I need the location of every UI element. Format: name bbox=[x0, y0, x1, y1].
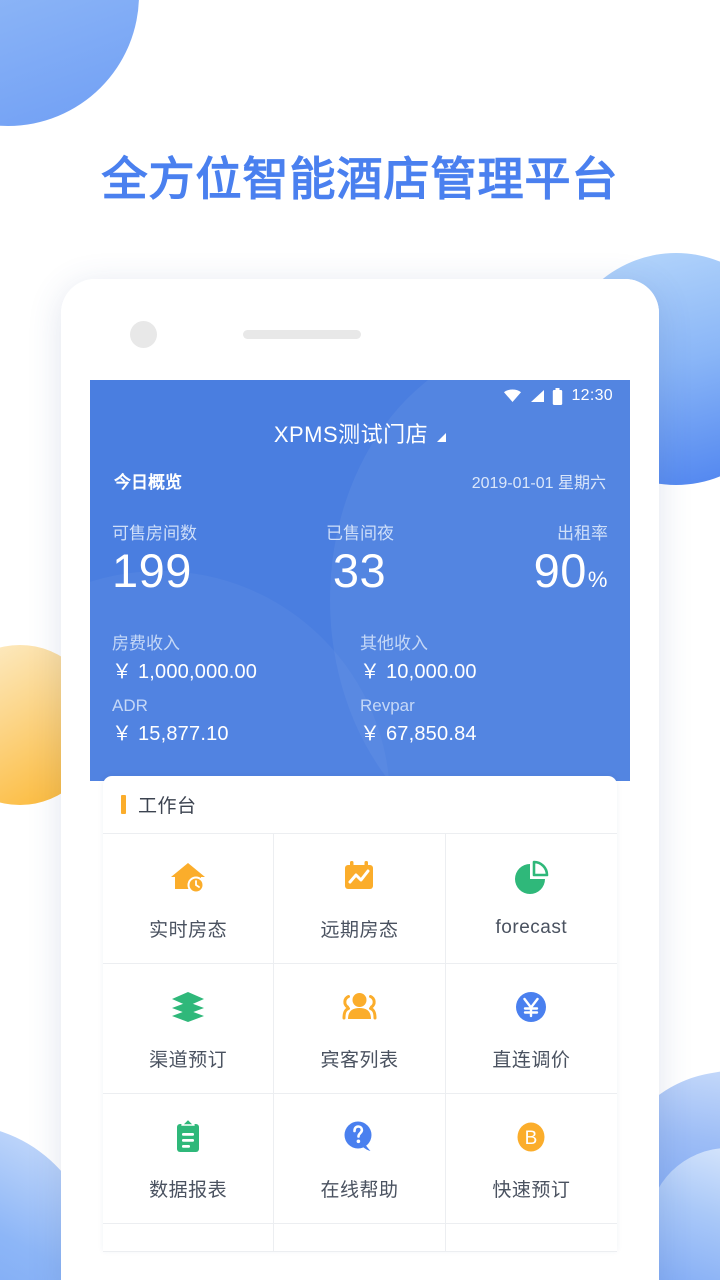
workbench-item-label: 渠道预订 bbox=[149, 1049, 228, 1071]
revenue-value: ￥ 15,877.10 bbox=[112, 723, 229, 746]
app-header: 12:30 XPMS测试门店 今日概览 2019-01-01 星期六 可售房间数 bbox=[90, 380, 630, 782]
kpi-label: 已售间夜 bbox=[325, 524, 394, 543]
yuan-circle-icon bbox=[510, 986, 552, 1028]
revenue-room-income: 房费收入 ￥ 1,000,000.00 bbox=[112, 631, 360, 687]
b-circle-icon: B bbox=[510, 1116, 552, 1158]
workbench-item-label: 直连调价 bbox=[492, 1049, 571, 1071]
question-bubble-icon bbox=[338, 1116, 380, 1158]
workbench-title: 工作台 bbox=[138, 796, 197, 818]
workbench-grid: 实时房态 远期房态 forecast 渠道预订 宾客列表 直连调价 数据报表 在… bbox=[103, 834, 617, 1253]
workbench-item-channel-booking[interactable]: 渠道预订 bbox=[103, 964, 275, 1095]
status-bar: 12:30 bbox=[90, 380, 630, 412]
workbench-item-partial-3[interactable] bbox=[445, 1224, 617, 1253]
svg-text:B: B bbox=[525, 1128, 538, 1149]
kpi-label: 可售房间数 bbox=[112, 524, 197, 543]
workbench-item-label: 远期房态 bbox=[320, 919, 399, 941]
phone-screen: 12:30 XPMS测试门店 今日概览 2019-01-01 星期六 可售房间数 bbox=[90, 380, 630, 1280]
house-clock-icon bbox=[167, 856, 209, 898]
hotel-name-label: XPMS测试门店 bbox=[273, 422, 429, 447]
workbench-item-realtime-room-status[interactable]: 实时房态 bbox=[103, 834, 275, 965]
phone-mockup: 12:30 XPMS测试门店 今日概览 2019-01-01 星期六 可售房间数 bbox=[61, 279, 659, 1280]
calendar-chart-icon bbox=[338, 856, 380, 898]
workbench-item-online-help[interactable]: 在线帮助 bbox=[274, 1094, 446, 1225]
workbench-item-label: 快速预订 bbox=[492, 1179, 571, 1201]
speaker-grille-icon bbox=[243, 330, 361, 339]
revenue-grid: 房费收入 ￥ 1,000,000.00 其他收入 ￥ 10,000.00 ADR… bbox=[90, 597, 630, 772]
layers-icon bbox=[167, 986, 209, 1028]
workbench-item-guest-list[interactable]: 宾客列表 bbox=[274, 964, 446, 1095]
kpi-rooms-available: 可售房间数 199 bbox=[112, 519, 277, 597]
workbench-item-label: 实时房态 bbox=[149, 919, 228, 941]
revenue-label: 房费收入 bbox=[112, 633, 180, 653]
kpi-label: 出租率 bbox=[556, 524, 608, 543]
workbench-item-partial-2[interactable] bbox=[274, 1224, 446, 1253]
clipboard-icon bbox=[167, 1116, 209, 1158]
workbench-item-label: 数据报表 bbox=[149, 1179, 228, 1201]
kpi-value-wrap: 199 bbox=[112, 544, 277, 597]
overview-row: 今日概览 2019-01-01 星期六 bbox=[90, 454, 630, 493]
pie-chart-icon bbox=[510, 858, 552, 900]
status-bar-time: 12:30 bbox=[571, 387, 613, 404]
workbench-item-partial-1[interactable] bbox=[103, 1224, 275, 1253]
overview-date: 2019-01-01 星期六 bbox=[471, 475, 606, 492]
page-background: 全方位智能酒店管理平台 12:30 XPMS测试门店 今日概览 2019-01-… bbox=[0, 0, 720, 1280]
page-headline: 全方位智能酒店管理平台 bbox=[101, 153, 619, 205]
workbench-item-future-room-status[interactable]: 远期房态 bbox=[274, 834, 446, 965]
workbench-item-label: 在线帮助 bbox=[320, 1179, 399, 1201]
kpi-value: 199 bbox=[112, 544, 192, 597]
kpi-unit: % bbox=[587, 567, 608, 592]
workbench-item-label: forecast bbox=[495, 917, 568, 939]
revenue-label: Revpar bbox=[360, 696, 415, 716]
kpi-value: 90 bbox=[533, 544, 587, 597]
kpi-value-wrap: 90% bbox=[443, 544, 608, 597]
accent-bar-icon bbox=[121, 795, 126, 815]
workbench-item-forecast[interactable]: forecast bbox=[445, 834, 617, 965]
workbench-header: 工作台 bbox=[103, 776, 617, 835]
app-title-bar[interactable]: XPMS测试门店 bbox=[90, 412, 630, 454]
wifi-icon bbox=[503, 389, 522, 403]
workbench-item-quick-booking[interactable]: B 快速预订 bbox=[445, 1094, 617, 1225]
kpi-rooms-sold: 已售间夜 33 bbox=[277, 519, 442, 597]
caret-down-icon[interactable] bbox=[437, 432, 447, 442]
workbench-card: 工作台 实时房态 远期房态 forecast 渠道预订 宾客列表 直连调价 数据… bbox=[103, 776, 617, 1253]
revenue-adr: ADR ￥ 15,877.10 bbox=[112, 693, 360, 749]
revenue-other-income: 其他收入 ￥ 10,000.00 bbox=[360, 631, 608, 687]
kpi-occupancy-rate: 出租率 90% bbox=[443, 519, 608, 597]
kpi-value-wrap: 33 bbox=[277, 544, 442, 597]
kpi-row: 可售房间数 199 已售间夜 33 出租率 90% bbox=[90, 493, 630, 597]
phone-bezel bbox=[61, 279, 659, 380]
revenue-revpar: Revpar ￥ 67,850.84 bbox=[360, 693, 608, 749]
kpi-value: 33 bbox=[332, 544, 387, 597]
people-icon bbox=[338, 986, 380, 1028]
workbench-item-direct-pricing[interactable]: 直连调价 bbox=[445, 964, 617, 1095]
decorative-circle-top-left bbox=[0, 0, 139, 126]
workbench-item-label: 宾客列表 bbox=[320, 1049, 399, 1071]
overview-label: 今日概览 bbox=[114, 473, 182, 492]
signal-icon bbox=[529, 389, 545, 403]
battery-icon bbox=[552, 387, 563, 405]
revenue-label: ADR bbox=[112, 696, 148, 716]
camera-icon bbox=[130, 321, 157, 348]
revenue-label: 其他收入 bbox=[360, 633, 428, 653]
revenue-value: ￥ 1,000,000.00 bbox=[112, 661, 258, 684]
revenue-value: ￥ 67,850.84 bbox=[360, 723, 477, 746]
revenue-value: ￥ 10,000.00 bbox=[360, 661, 477, 684]
workbench-item-data-reports[interactable]: 数据报表 bbox=[103, 1094, 275, 1225]
